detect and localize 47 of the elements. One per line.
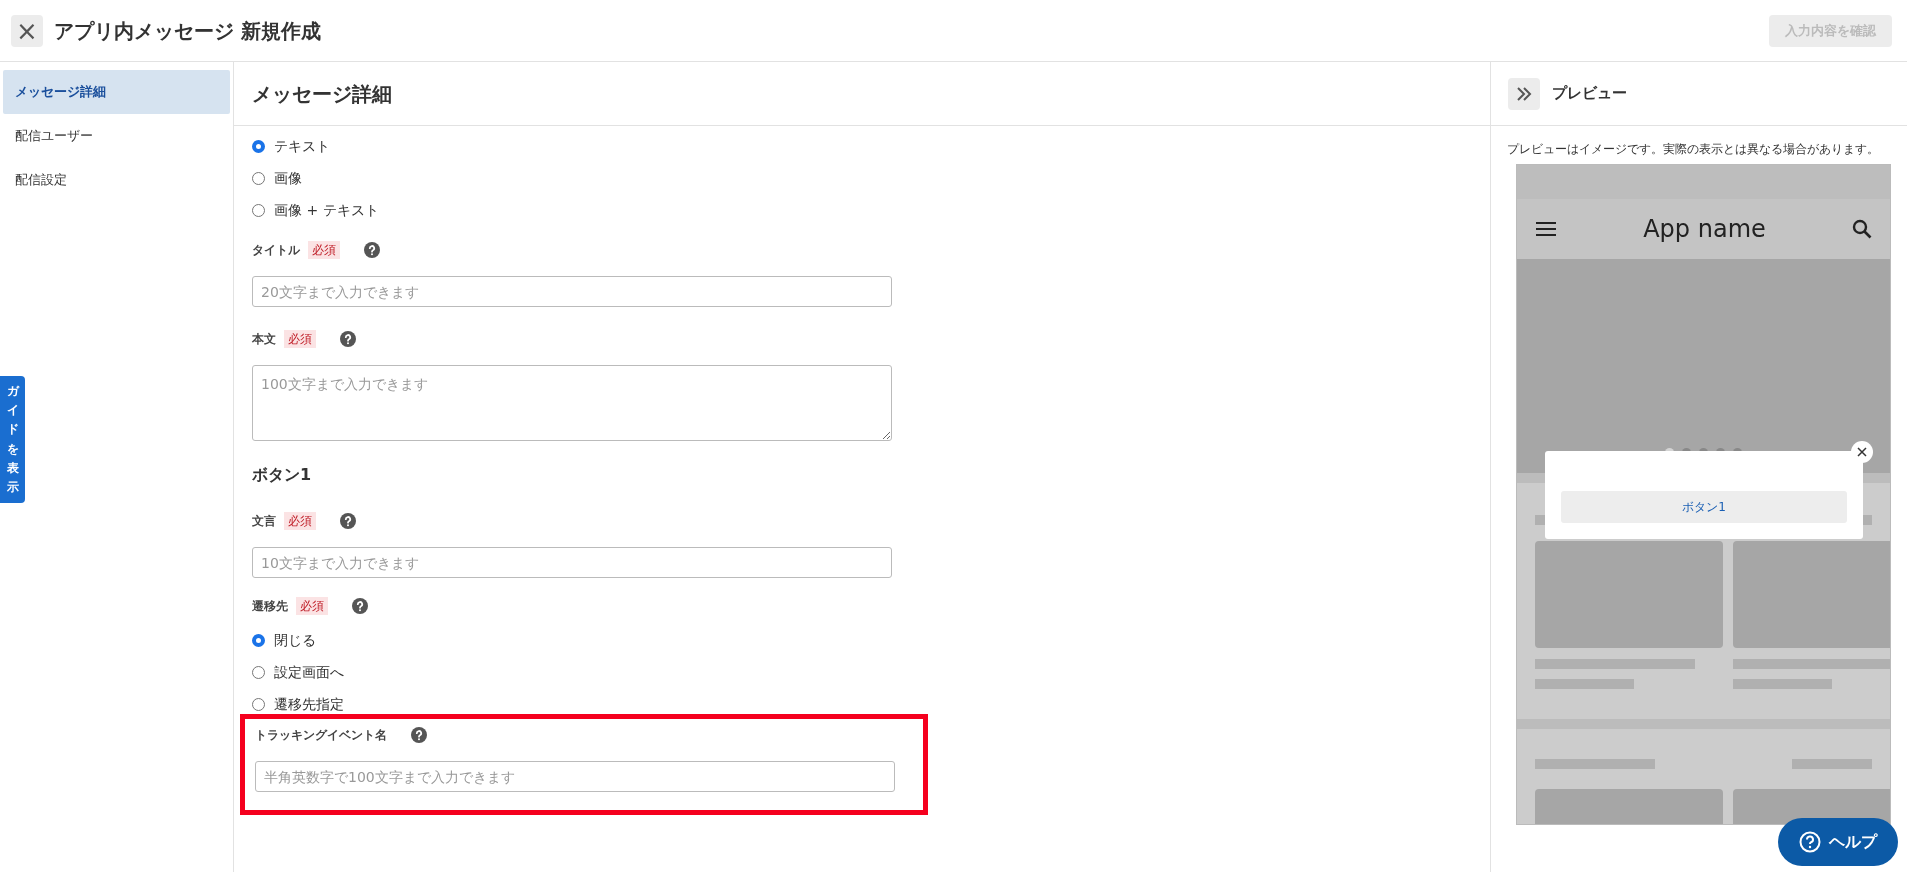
radio-label: 遷移先指定	[274, 694, 344, 714]
sidebar-item[interactable]: 配信ユーザー	[3, 114, 230, 158]
menu-icon	[1535, 221, 1557, 237]
sidebar-item[interactable]: 配信設定	[3, 158, 230, 202]
radio-button[interactable]	[252, 171, 265, 185]
text-field[interactable]: 半角英数字で100文字まで入力できます	[255, 761, 895, 792]
preview-note: プレビューはイメージです。実際の表示とは異なる場合があります。	[1506, 141, 1880, 158]
section-title: メッセージ詳細	[252, 80, 392, 108]
field-label: タイトル	[252, 242, 300, 259]
help-button[interactable]: ヘルプ	[1778, 818, 1898, 866]
radio-button[interactable]	[252, 139, 265, 153]
app-name: App name	[1643, 214, 1766, 245]
radio-label: テキスト	[274, 136, 330, 156]
help-icon[interactable]	[411, 727, 427, 743]
section-heading: ボタン1	[252, 464, 313, 486]
radio-button[interactable]	[252, 203, 265, 217]
required-tag: 必須	[284, 330, 316, 348]
page-title: アプリ内メッセージ 新規作成	[54, 17, 321, 45]
field-label: 文言	[252, 513, 276, 530]
radio-label: 設定画面へ	[274, 662, 344, 682]
required-tag: 必須	[284, 512, 316, 530]
guide-tab[interactable]: ガイドを表示	[0, 376, 25, 504]
preview-title: プレビュー	[1552, 83, 1627, 105]
help-icon[interactable]	[364, 242, 380, 258]
help-icon	[1799, 831, 1821, 853]
text-field[interactable]: 10文字まで入力できます	[252, 547, 892, 578]
radio-label: 閉じる	[274, 630, 316, 650]
radio-button[interactable]	[252, 697, 265, 711]
text-area[interactable]: 100文字まで入力できます	[252, 365, 892, 441]
radio-button[interactable]	[252, 633, 265, 647]
help-icon[interactable]	[352, 598, 368, 614]
radio-label: 画像	[274, 168, 302, 188]
radio-label: 画像 + テキスト	[274, 200, 379, 220]
sidebar-item[interactable]: メッセージ詳細	[3, 70, 230, 114]
field-label: トラッキングイベント名	[255, 727, 387, 744]
help-icon[interactable]	[340, 513, 356, 529]
field-label: 本文	[252, 331, 276, 348]
collapse-icon[interactable]	[1508, 77, 1540, 110]
required-tag: 必須	[308, 241, 340, 259]
text-field[interactable]: 20文字まで入力できます	[252, 276, 892, 307]
field-label: 遷移先	[252, 598, 288, 615]
search-icon	[1852, 219, 1872, 239]
help-icon[interactable]	[340, 331, 356, 347]
radio-button[interactable]	[252, 665, 265, 679]
close-button[interactable]: ×	[11, 14, 43, 47]
popup-button[interactable]: ボタン1	[1561, 491, 1847, 523]
required-tag: 必須	[296, 597, 328, 615]
